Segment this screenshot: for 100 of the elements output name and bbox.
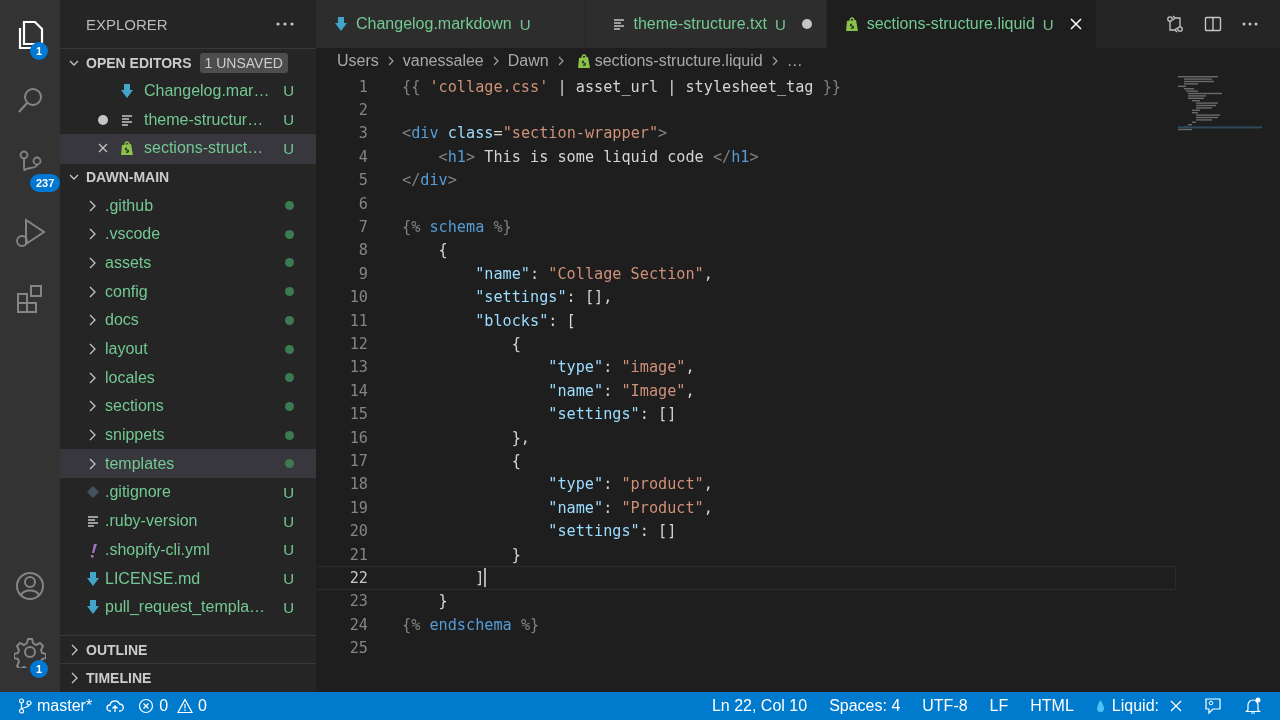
line-number: 6 bbox=[357, 194, 368, 213]
text-cursor bbox=[484, 568, 487, 588]
download-arrow-icon bbox=[86, 570, 100, 587]
status-item[interactable]: LF bbox=[989, 697, 1009, 715]
branch-indicator[interactable]: master* bbox=[18, 697, 93, 715]
status-item[interactable]: UTF-8 bbox=[922, 697, 968, 715]
file-item[interactable]: .shopify-cli.yml U bbox=[60, 535, 316, 565]
file-name: .gitignore bbox=[105, 483, 172, 502]
git-status: U bbox=[283, 570, 294, 588]
code-line: "name": "Product", bbox=[547, 498, 713, 517]
status-item[interactable]: HTML bbox=[1030, 697, 1074, 715]
code-line: {% schema %} bbox=[402, 218, 512, 237]
code-line: {% endschema %} bbox=[402, 615, 540, 634]
folder-item[interactable]: snippets bbox=[60, 420, 316, 450]
folder-item[interactable]: sections bbox=[60, 392, 316, 421]
line-number: 7 bbox=[357, 218, 368, 237]
folder-name: .vscode bbox=[105, 225, 162, 244]
breadcrumb[interactable]: sections-structure.liquid bbox=[594, 52, 763, 70]
code-line: ] bbox=[474, 568, 485, 587]
account-icon[interactable] bbox=[14, 570, 46, 602]
folder-name: templates bbox=[105, 454, 176, 473]
close-icon[interactable] bbox=[1069, 18, 1082, 30]
status-dot-icon bbox=[285, 344, 294, 354]
editor-tab[interactable]: sections-structure.liquid U bbox=[826, 0, 1097, 48]
folder-item[interactable]: docs bbox=[60, 306, 316, 335]
cloud-upload-icon[interactable] bbox=[106, 699, 125, 713]
close-icon bbox=[1170, 700, 1182, 712]
section-header[interactable]: DAWN-MAIN bbox=[60, 162, 316, 192]
folder-item[interactable]: config bbox=[60, 277, 316, 306]
section-title: DAWN-MAIN bbox=[86, 169, 170, 186]
folder-item[interactable]: .vscode bbox=[60, 219, 316, 249]
file-name: sections-struct… bbox=[144, 139, 265, 158]
line-number: 1 bbox=[357, 77, 368, 96]
code-line: <div class="section-wrapper"> bbox=[402, 124, 668, 143]
problems-indicator[interactable]: 0 0 bbox=[138, 697, 211, 715]
diamond-icon bbox=[86, 484, 100, 501]
line-number: 20 bbox=[348, 522, 368, 541]
folder-item[interactable]: locales bbox=[60, 363, 316, 393]
editor-tab[interactable]: Changelog.markdown U bbox=[316, 0, 586, 48]
status-dot-icon bbox=[285, 229, 294, 239]
tab-label: sections-structure.liquid bbox=[866, 15, 1035, 33]
folder-name: layout bbox=[105, 340, 149, 359]
file-item[interactable]: .ruby-version U bbox=[60, 506, 316, 536]
more-actions-icon[interactable] bbox=[276, 22, 294, 26]
breadcrumb[interactable]: … bbox=[786, 52, 803, 70]
status-item[interactable]: Ln 22, Col 10 bbox=[711, 697, 808, 715]
file-item[interactable]: .gitignore U bbox=[60, 478, 316, 507]
status-item[interactable]: Spaces: 4 bbox=[829, 697, 901, 715]
compare-changes-icon[interactable] bbox=[1166, 15, 1184, 33]
unsaved-dot-icon bbox=[98, 114, 108, 125]
split-editor-icon[interactable] bbox=[1204, 15, 1222, 33]
line-number: 19 bbox=[348, 498, 368, 517]
section-header[interactable]: OPEN EDITORS 1 UNSAVED bbox=[60, 48, 316, 77]
file-item[interactable]: LICENSE.md U bbox=[60, 564, 316, 593]
open-editor-item[interactable]: Changelog.mar… U bbox=[60, 76, 316, 106]
line-number: 13 bbox=[348, 358, 368, 377]
git-status: U bbox=[519, 15, 531, 33]
line-number: 4 bbox=[357, 147, 368, 166]
section-header[interactable]: OUTLINE bbox=[60, 634, 316, 664]
line-number: 11 bbox=[348, 311, 368, 330]
file-item[interactable]: pull_request_templa… U bbox=[60, 592, 316, 622]
bell-icon[interactable] bbox=[1244, 697, 1262, 715]
folder-name: sections bbox=[105, 397, 165, 416]
folder-item[interactable]: assets bbox=[60, 248, 316, 278]
code-line: "name": "Image", bbox=[547, 381, 695, 400]
folder-item[interactable]: .github bbox=[60, 191, 316, 220]
breadcrumb[interactable]: Users bbox=[337, 52, 379, 70]
git-status: U bbox=[283, 512, 294, 530]
count-badge: 237 bbox=[30, 174, 61, 192]
text-lines-icon bbox=[611, 16, 626, 32]
run-debug-icon[interactable] bbox=[14, 216, 46, 248]
code-line: "type": "image", bbox=[547, 358, 695, 377]
line-number: 14 bbox=[348, 381, 368, 400]
line-number: 17 bbox=[348, 451, 368, 470]
unsaved-dot-icon bbox=[801, 19, 812, 29]
git-status: U bbox=[774, 15, 786, 33]
editor-tab[interactable]: theme-structure.txt U bbox=[585, 0, 827, 48]
download-arrow-icon bbox=[334, 16, 348, 32]
open-editor-item[interactable]: theme-structur… U bbox=[60, 105, 316, 134]
status-dot-icon bbox=[285, 430, 294, 440]
folder-item[interactable]: templates bbox=[60, 449, 316, 479]
open-editor-item[interactable]: sections-struct… U bbox=[60, 133, 316, 163]
more-actions-icon[interactable] bbox=[1242, 22, 1258, 26]
file-name: .shopify-cli.yml bbox=[105, 540, 211, 559]
error-count: 0 bbox=[159, 697, 169, 715]
branch-icon bbox=[18, 698, 32, 714]
folder-name: docs bbox=[105, 311, 140, 330]
line-number: 18 bbox=[348, 475, 368, 494]
close-icon[interactable] bbox=[97, 142, 109, 155]
breadcrumb[interactable]: vanessalee bbox=[402, 52, 484, 70]
language-status[interactable]: Liquid: bbox=[1095, 697, 1182, 715]
folder-item[interactable]: layout bbox=[60, 334, 316, 364]
breadcrumb[interactable]: Dawn bbox=[507, 52, 549, 70]
feedback-icon[interactable] bbox=[1204, 697, 1222, 715]
code-line: { bbox=[510, 335, 521, 353]
git-status: U bbox=[1042, 15, 1054, 33]
line-number: 16 bbox=[348, 428, 368, 447]
code-line: "settings": [] bbox=[547, 405, 677, 424]
error-icon bbox=[138, 698, 155, 714]
git-status: U bbox=[283, 598, 294, 616]
